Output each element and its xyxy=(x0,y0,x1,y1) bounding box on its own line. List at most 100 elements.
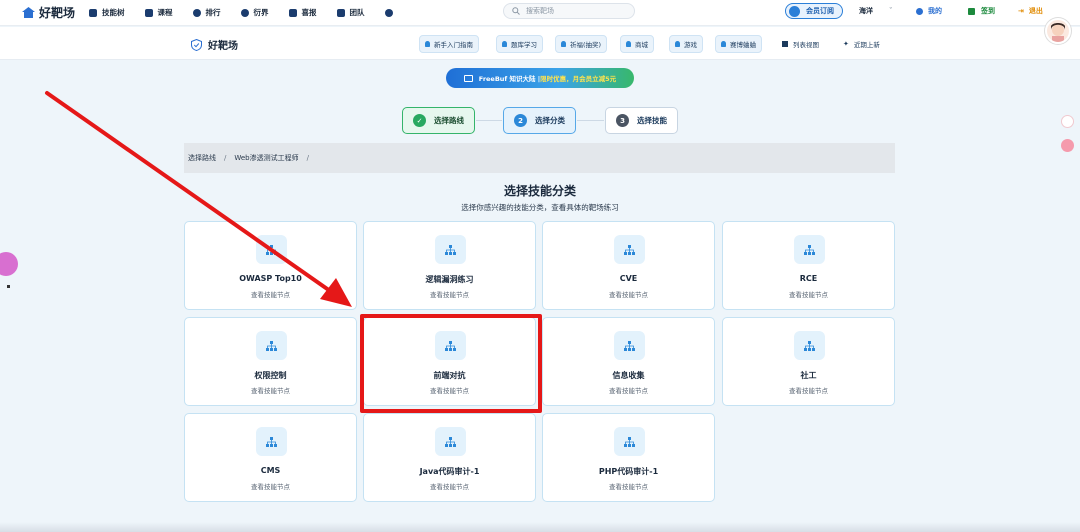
tab-label: 题库学习 xyxy=(511,41,537,49)
nav-label: 喜报 xyxy=(301,8,317,17)
hierarchy-icon xyxy=(445,340,456,351)
card-description: 查看技能节点 xyxy=(609,483,648,491)
breadcrumb-root[interactable]: 选择路线 xyxy=(188,153,216,163)
nav-good-news[interactable]: 喜报 xyxy=(288,7,317,18)
card-title: CMS xyxy=(260,466,281,475)
hierarchy-icon xyxy=(445,244,456,255)
info-button[interactable] xyxy=(384,8,398,17)
card-title: PHP代码审计-1 xyxy=(598,467,659,476)
shield-icon xyxy=(191,38,202,51)
nav-label: 课程 xyxy=(157,8,173,17)
card-title: 逻辑漏洞练习 xyxy=(425,275,474,284)
signin-label: 签到 xyxy=(981,7,995,15)
card-title: 社工 xyxy=(800,371,817,380)
nav-courses[interactable]: 课程 xyxy=(144,7,173,18)
category-card[interactable]: 社工 查看技能节点 xyxy=(722,317,895,406)
my-link[interactable]: 我的 xyxy=(916,6,942,16)
page-bottom xyxy=(0,522,1080,532)
tab-label: 祈福(抽奖) xyxy=(570,41,602,49)
category-card[interactable]: CVE 查看技能节点 xyxy=(542,221,715,310)
bulb-icon xyxy=(561,41,566,47)
logo-text: 好靶场 xyxy=(39,6,76,20)
share-icon[interactable] xyxy=(1061,115,1074,128)
category-card[interactable]: PHP代码审计-1 查看技能节点 xyxy=(542,413,715,502)
team-icon xyxy=(336,8,345,17)
tab-shop[interactable]: 商城 xyxy=(620,35,654,53)
hierarchy-icon-box xyxy=(614,331,645,360)
promo-highlight: 限时优惠，月会员立减5元 xyxy=(540,75,617,83)
tab-lottery[interactable]: 祈福(抽奖) xyxy=(555,35,608,53)
grid-icon xyxy=(782,41,788,47)
tab-label: 新手入门指南 xyxy=(434,41,473,49)
hierarchy-icon xyxy=(624,244,635,255)
category-card[interactable]: 权限控制 查看技能节点 xyxy=(184,317,357,406)
category-card[interactable]: 信息收集 查看技能节点 xyxy=(542,317,715,406)
signin-button[interactable]: 签到 xyxy=(968,6,995,16)
sparkle-icon: ✦ xyxy=(843,40,849,48)
hierarchy-icon xyxy=(804,340,815,351)
promo-banner[interactable]: FreeBuf 知识大陆 | 限时优惠，月会员立减5元 xyxy=(446,68,634,88)
hierarchy-icon-box xyxy=(435,331,466,360)
bulb-icon xyxy=(675,41,680,47)
avatar[interactable] xyxy=(1045,18,1071,44)
site-logo[interactable]: 好靶场 xyxy=(22,4,75,21)
step-select-category[interactable]: 2 选择分类 xyxy=(503,107,576,134)
search-input[interactable]: 搜索靶场 xyxy=(503,3,635,19)
tab-games[interactable]: 游戏 xyxy=(669,35,703,53)
tab-beginner-guide[interactable]: 新手入门指南 xyxy=(419,35,479,53)
brand-title: 好靶场 xyxy=(191,37,238,52)
card-title: OWASP Top10 xyxy=(239,274,302,283)
card-title: 前端对抗 xyxy=(433,371,466,380)
category-card[interactable]: RCE 查看技能节点 xyxy=(722,221,895,310)
hierarchy-icon xyxy=(624,436,635,447)
nav-yanjie[interactable]: 衍界 xyxy=(240,7,269,18)
tab-label: 游戏 xyxy=(684,41,697,49)
logout-button[interactable]: ⇥ 退出 xyxy=(1018,6,1043,16)
page-subtitle: 选择你感兴趣的技能分类，查看具体的靶场练习 xyxy=(461,203,619,212)
step-select-skill[interactable]: 3 选择技能 xyxy=(605,107,678,134)
nav-team[interactable]: 团队 xyxy=(336,7,365,18)
category-card[interactable]: Java代码审计-1 查看技能节点 xyxy=(363,413,536,502)
recent-label: 近期上新 xyxy=(853,41,880,49)
tree-icon xyxy=(89,8,98,17)
card-description: 查看技能节点 xyxy=(609,291,648,299)
breadcrumb-separator: / xyxy=(306,154,309,162)
logout-label: 退出 xyxy=(1028,7,1043,15)
secondary-toolbar: 好靶场 新手入门指南 题库学习 祈福(抽奖) 商城 游戏 赛博蛐蛐 列表视图 ✦… xyxy=(0,27,1080,60)
list-view-button[interactable]: 列表视图 xyxy=(782,39,819,49)
feedback-icon[interactable] xyxy=(1061,139,1074,152)
step-select-route[interactable]: ✓ 选择路线 xyxy=(402,107,475,134)
nav-ranking[interactable]: 排行 xyxy=(192,7,221,18)
home-icon xyxy=(22,7,35,18)
card-title: 信息收集 xyxy=(612,371,645,380)
assistant-icon[interactable] xyxy=(0,252,18,276)
user-menu[interactable]: 海洋 ˇ xyxy=(859,6,893,16)
brand-label: 好靶场 xyxy=(208,41,238,52)
calendar-icon xyxy=(968,7,975,15)
card-title: 权限控制 xyxy=(254,371,287,380)
nav-label: 排行 xyxy=(205,8,221,17)
category-card[interactable]: CMS 查看技能节点 xyxy=(184,413,357,502)
category-card[interactable]: 逻辑漏洞练习 查看技能节点 xyxy=(363,221,536,310)
category-card[interactable]: OWASP Top10 查看技能节点 xyxy=(184,221,357,310)
category-card[interactable]: 前端对抗 查看技能节点 xyxy=(363,317,536,406)
recent-button[interactable]: ✦ 近期上新 xyxy=(843,39,880,49)
book-icon xyxy=(463,74,473,82)
hierarchy-icon-box xyxy=(794,235,825,264)
tab-question-bank[interactable]: 题库学习 xyxy=(496,35,543,53)
nav-label: 衍界 xyxy=(253,8,269,17)
nav-skill-tree[interactable]: 技能树 xyxy=(89,7,125,18)
vip-label: 会员订阅 xyxy=(806,7,834,15)
card-description: 查看技能节点 xyxy=(430,291,469,299)
hierarchy-icon-box xyxy=(256,427,287,456)
bulb-icon xyxy=(626,41,631,47)
hierarchy-icon-box xyxy=(614,235,645,264)
vip-subscribe-button[interactable]: 会员订阅 xyxy=(785,3,843,19)
bulb-icon xyxy=(425,41,430,47)
book-icon xyxy=(144,8,153,17)
user-icon xyxy=(916,7,923,15)
tab-cyber-cricket[interactable]: 赛博蛐蛐 xyxy=(715,35,762,53)
hierarchy-icon xyxy=(804,244,815,255)
breadcrumb-path[interactable]: Web渗透测试工程师 xyxy=(234,153,298,163)
chevron-down-icon: ˇ xyxy=(889,7,893,15)
